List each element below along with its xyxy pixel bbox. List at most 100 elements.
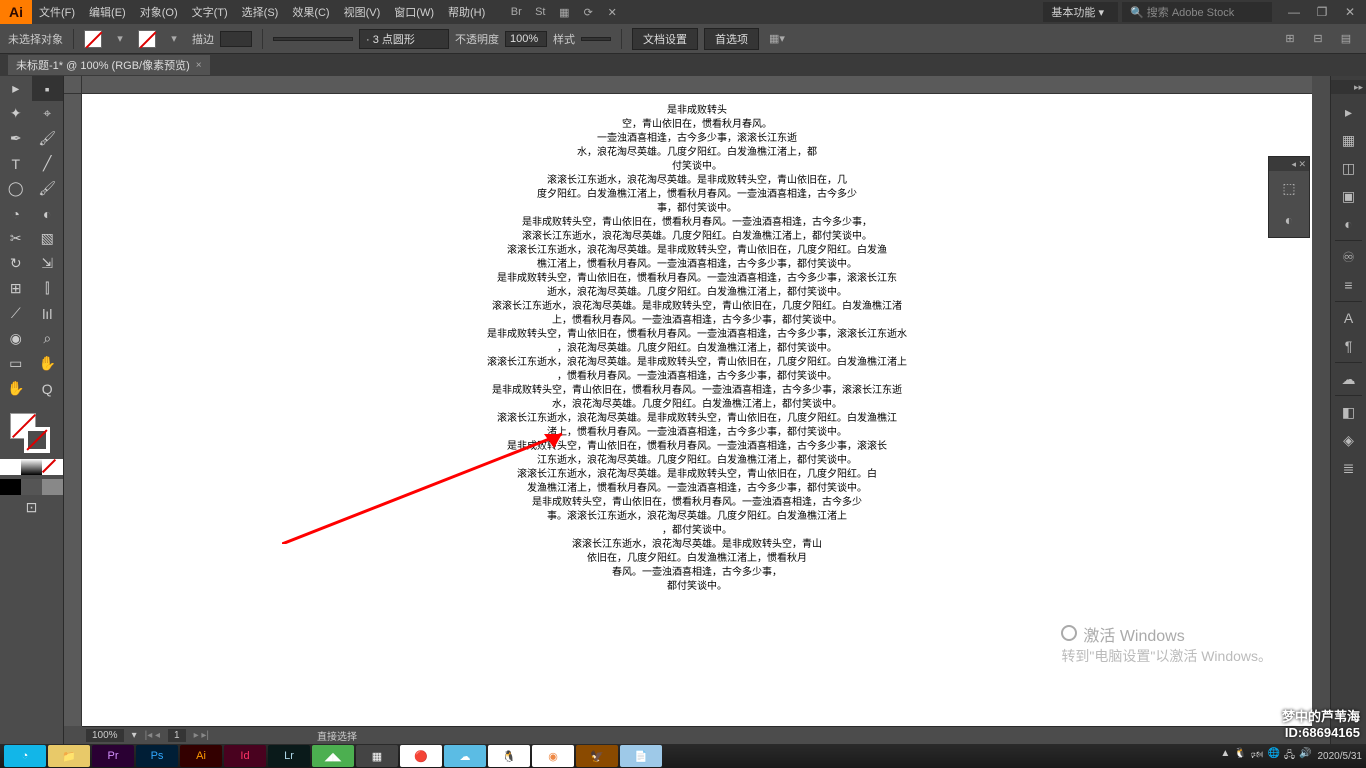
taskbar-app[interactable]: ▦ — [356, 745, 398, 767]
align-icon[interactable]: ▦▾ — [765, 29, 789, 49]
menu-窗口W[interactable]: 窗口(W) — [387, 4, 441, 20]
dock-panel-icon[interactable]: ≡ — [1331, 271, 1366, 299]
vertical-ruler[interactable] — [64, 94, 82, 726]
dock-panel-icon[interactable]: ◈ — [1331, 426, 1366, 454]
panel-menu-icon[interactable]: ▤ — [1334, 29, 1358, 49]
taskbar-app[interactable]: Pr — [92, 745, 134, 767]
menu-文字T[interactable]: 文字(T) — [185, 4, 235, 20]
menubar-icon[interactable]: ✕ — [600, 2, 624, 22]
menu-对象O[interactable]: 对象(O) — [133, 4, 185, 20]
taskbar-app[interactable]: ◔ — [4, 745, 46, 767]
document-tab[interactable]: 未标题-1* @ 100% (RGB/像素预览) × — [8, 55, 210, 75]
dock-panel-icon[interactable]: ▦ — [1331, 126, 1366, 154]
area-type-object[interactable]: 是非成败转头空，青山依旧在，惯看秋月春风。一壶浊酒喜相逢，古今多少事，滚滚长江东… — [447, 104, 947, 594]
tool-5-1[interactable]: ◐ — [32, 201, 64, 226]
preferences-button[interactable]: 首选项 — [704, 28, 759, 50]
tray-icon[interactable]: 🕬 — [1251, 748, 1264, 765]
window-minimize[interactable]: — — [1286, 4, 1302, 20]
tool-12-1[interactable]: Q — [32, 376, 64, 401]
menu-效果C[interactable]: 效果(C) — [285, 4, 336, 20]
taskbar-app[interactable]: ◉ — [532, 745, 574, 767]
search-stock-input[interactable]: 🔍 搜索 Adobe Stock — [1122, 2, 1272, 22]
tool-9-0[interactable]: ⟋ — [0, 301, 32, 326]
taskbar-app[interactable]: Lr — [268, 745, 310, 767]
menu-编辑E[interactable]: 编辑(E) — [82, 4, 133, 20]
tool-8-1[interactable]: ⫿ — [32, 276, 64, 301]
dock-panel-icon[interactable]: ◐ — [1331, 210, 1366, 238]
tool-3-1[interactable]: ╱ — [32, 151, 64, 176]
menubar-icon[interactable]: ⟳ — [576, 2, 600, 22]
dock-panel-icon[interactable]: ◧ — [1331, 398, 1366, 426]
taskbar-app[interactable]: 📄 — [620, 745, 662, 767]
dash-profile-dropdown[interactable]: · 3 点圆形 — [359, 29, 449, 49]
tool-12-0[interactable]: ✋ — [0, 376, 32, 401]
tool-7-1[interactable]: ⇲ — [32, 251, 64, 276]
tool-2-0[interactable]: ✒ — [0, 126, 32, 151]
tray-icon[interactable]: 🖧 — [1284, 748, 1295, 765]
stroke-weight-input[interactable] — [220, 31, 252, 47]
draw-mode-normal[interactable] — [0, 479, 21, 495]
tool-8-0[interactable]: ⊞ — [0, 276, 32, 301]
dock-panel-icon[interactable]: ¶ — [1331, 332, 1366, 360]
taskbar-app[interactable]: 🐧 — [488, 745, 530, 767]
color-swatch-none[interactable] — [42, 459, 63, 475]
document-setup-button[interactable]: 文档设置 — [632, 28, 698, 50]
tool-2-1[interactable]: 🖌 — [32, 126, 64, 151]
taskbar-app[interactable]: Id — [224, 745, 266, 767]
color-swatch-white[interactable] — [0, 459, 21, 475]
floating-panel[interactable]: ◂ ✕ ⬚◐ — [1268, 156, 1310, 238]
menubar-icon[interactable]: Br — [504, 2, 528, 22]
tool-6-0[interactable]: ✂ — [0, 226, 32, 251]
tool-7-0[interactable]: ↻ — [0, 251, 32, 276]
fill-dropdown-icon[interactable]: ▾ — [108, 29, 132, 49]
dock-panel-icon[interactable]: ◫ — [1331, 154, 1366, 182]
stroke-swatch[interactable] — [138, 30, 156, 48]
ruler-origin[interactable] — [64, 76, 82, 94]
tool-11-0[interactable]: ▭ — [0, 351, 32, 376]
screen-mode-button[interactable]: ⊡ — [0, 495, 63, 520]
tool-0-0[interactable]: ▸ — [0, 76, 32, 101]
tool-10-1[interactable]: ⌕ — [32, 326, 64, 351]
window-close[interactable]: ✕ — [1342, 4, 1358, 20]
draw-mode-behind[interactable] — [21, 479, 42, 495]
menubar-icon[interactable]: ▦ — [552, 2, 576, 22]
tray-icon[interactable]: 🌐 — [1267, 748, 1279, 765]
tool-0-1[interactable]: ▪ — [32, 76, 64, 101]
tray-icon[interactable]: 🔊 — [1299, 748, 1311, 765]
tool-1-0[interactable]: ✦ — [0, 101, 32, 126]
tool-3-0[interactable]: T — [0, 151, 32, 176]
menu-文件F[interactable]: 文件(F) — [32, 4, 82, 20]
fill-stroke-control[interactable] — [0, 409, 63, 459]
fill-swatch[interactable] — [84, 30, 102, 48]
dock-panel-icon[interactable]: ≣ — [1331, 454, 1366, 482]
horizontal-ruler[interactable] — [82, 76, 1312, 94]
stroke-dropdown-icon[interactable]: ▾ — [162, 29, 186, 49]
arrange-list-icon[interactable]: ⊟ — [1306, 29, 1330, 49]
tray-icon[interactable]: ▲ — [1220, 748, 1230, 765]
tool-1-1[interactable]: ⌖ — [32, 101, 64, 126]
dock-panel-icon[interactable]: ▸ — [1331, 98, 1366, 126]
stroke-color-swatch[interactable] — [24, 427, 50, 453]
arrange-grid-icon[interactable]: ⊞ — [1278, 29, 1302, 49]
tab-close-icon[interactable]: × — [196, 60, 202, 71]
taskbar-app[interactable]: 🦅 — [576, 745, 618, 767]
brush-dropdown[interactable] — [273, 37, 353, 41]
tool-9-1[interactable]: lıl — [32, 301, 64, 326]
dock-panel-icon[interactable]: ▣ — [1331, 182, 1366, 210]
draw-mode-inside[interactable] — [42, 479, 63, 495]
dock-collapse-button[interactable]: ▸▸ — [1331, 80, 1366, 94]
taskbar-app[interactable]: Ps — [136, 745, 178, 767]
workspace-switcher[interactable]: 基本功能 ▾ — [1043, 2, 1118, 22]
taskbar-app[interactable]: Ai — [180, 745, 222, 767]
tool-11-1[interactable]: ✋ — [32, 351, 64, 376]
dock-panel-icon[interactable]: A — [1331, 304, 1366, 332]
tool-4-0[interactable]: ◯ — [0, 176, 32, 201]
menu-选择S[interactable]: 选择(S) — [235, 4, 286, 20]
tool-6-1[interactable]: ▧ — [32, 226, 64, 251]
taskbar-app[interactable]: ◢◣ — [312, 745, 354, 767]
tool-10-0[interactable]: ◉ — [0, 326, 32, 351]
menu-帮助H[interactable]: 帮助(H) — [441, 4, 492, 20]
menubar-icon[interactable]: St — [528, 2, 552, 22]
tool-4-1[interactable]: 🖌 — [32, 176, 64, 201]
tray-icon[interactable]: 🐧 — [1234, 748, 1246, 765]
